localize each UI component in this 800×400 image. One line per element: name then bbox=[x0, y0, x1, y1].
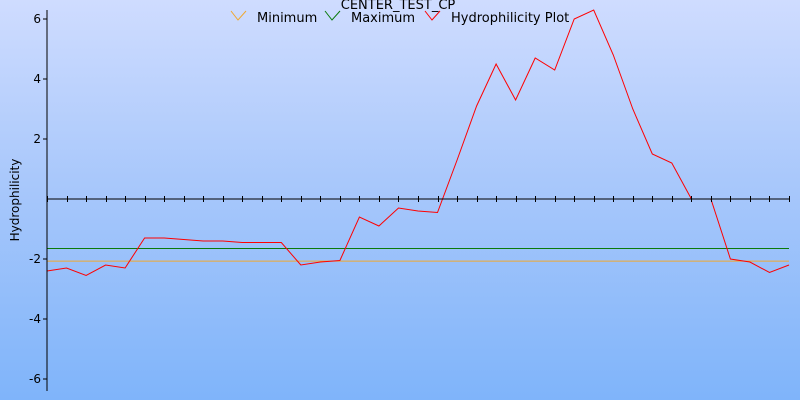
chart-title: CENTER_TEST_CP bbox=[341, 0, 456, 13]
legend-maximum-swatch bbox=[324, 10, 341, 21]
y-tick-label: -4 bbox=[29, 312, 41, 326]
legend-minimum-swatch bbox=[230, 10, 247, 21]
y-tick-label: -2 bbox=[29, 252, 41, 266]
series-hydrophilicity-line bbox=[46, 9, 790, 277]
y-tick-label: -6 bbox=[29, 372, 41, 386]
legend-minimum-label: Minimum bbox=[257, 11, 317, 26]
hydrophilicity-chart: 6 4 2 -2 -4 -6 Minimum Maximum Hydrophilicity P… bbox=[8, 0, 790, 391]
y-tick-label: 6 bbox=[33, 12, 41, 26]
y-tick-label: 2 bbox=[33, 132, 41, 146]
y-tick-label: 4 bbox=[33, 72, 41, 86]
legend-maximum-label: Maximum bbox=[351, 11, 415, 26]
legend-hydrophilicity-plot-label: Hydrophilicity Plot bbox=[451, 11, 569, 26]
y-axis-title: Hydrophilicity bbox=[8, 159, 22, 242]
legend: Minimum Maximum Hydrophilicity Plot bbox=[230, 10, 569, 26]
series-layer bbox=[46, 9, 790, 277]
axis-layer: 6 4 2 -2 -4 -6 bbox=[29, 10, 790, 391]
